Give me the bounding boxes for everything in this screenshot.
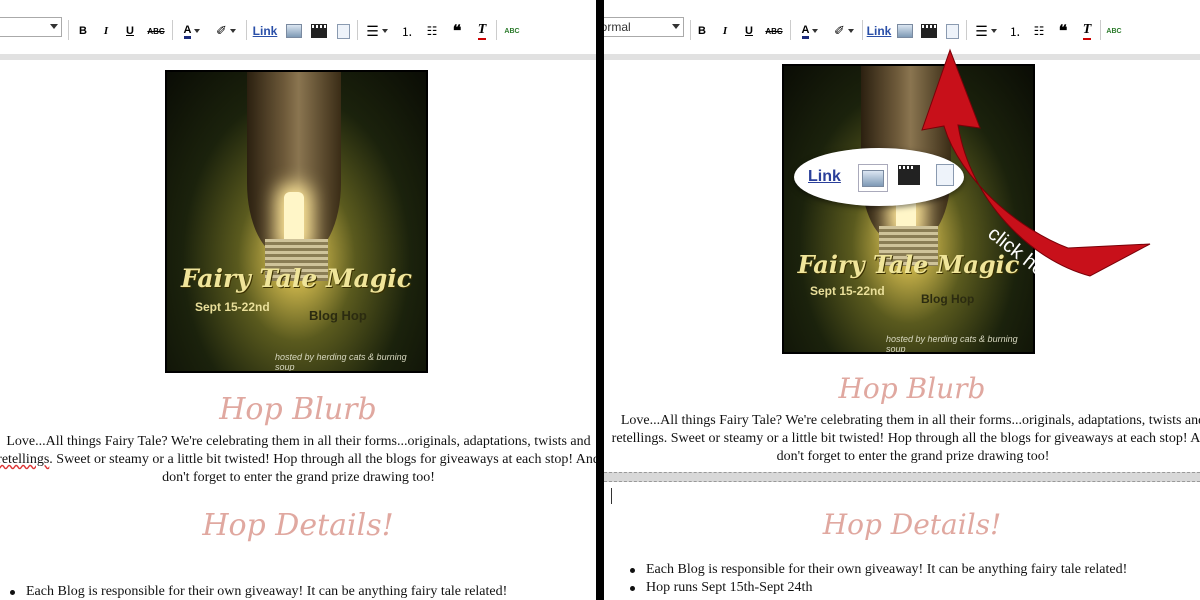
blog-hop-cover-image: Fairy Tale Magic Sept 15-22nd Blog Hop h… [165, 70, 428, 373]
insert-image-icon [286, 24, 302, 38]
underline-button[interactable]: U [123, 22, 137, 40]
quote-icon: ❝ [452, 23, 462, 40]
blurb-paragraph[interactable]: Love...All things Fairy Tale? We're cele… [610, 412, 1200, 466]
align-icon: ☰ [366, 22, 379, 39]
text-color-button[interactable]: A [178, 22, 206, 40]
bullet-list-button[interactable]: ☷ [423, 22, 441, 40]
blurb-paragraph[interactable]: Love...All things Fairy Tale? We're cele… [0, 433, 596, 487]
remove-formatting-button[interactable]: T [473, 22, 491, 40]
cover-hosted-by: hosted by herding cats & burning soup [275, 352, 407, 372]
align-button[interactable]: ☰ [363, 22, 391, 40]
font-size-select[interactable]: Normal [604, 17, 684, 37]
blurb-heading: Hop Blurb [838, 372, 986, 405]
highlight-icon: ✐ [216, 23, 227, 38]
left-editor-panel: B I U ABC A ✐ Link ☰ ⒈ ☷ ❝ T ABC Fairy T… [0, 0, 596, 600]
cover-subtitle: Blog Hop [921, 292, 975, 306]
text-color-button[interactable]: A [796, 22, 824, 40]
list-item: Each Blog is responsible for their own g… [626, 561, 1196, 579]
numbered-list-icon: ⒈ [400, 24, 413, 39]
insert-link-button[interactable]: Link [866, 22, 892, 40]
insert-video-button[interactable] [309, 22, 329, 40]
editor-toolbar: B I U ABC A ✐ Link ☰ ⒈ ☷ ❝ T ABC [0, 0, 596, 60]
italic-button[interactable]: I [718, 22, 732, 40]
underline-button[interactable]: U [742, 22, 756, 40]
insert-link-button[interactable]: Link [252, 22, 278, 40]
details-heading: Hop Details! [822, 508, 1002, 541]
insert-jump-break-icon [336, 23, 350, 39]
callout-link: Link [808, 168, 841, 185]
cover-dates: Sept 15-22nd [195, 300, 270, 314]
insert-jump-break-button[interactable] [334, 22, 352, 40]
insert-video-icon [311, 24, 327, 38]
callout-image-icon [858, 164, 888, 192]
blurb-heading: Hop Blurb [219, 392, 377, 427]
quote-button[interactable]: ❝ [448, 22, 466, 40]
list-item: Hop runs Sept 15th-Sept 24th [626, 579, 1196, 597]
bold-button[interactable]: B [76, 22, 90, 40]
strikethrough-button[interactable]: ABC [764, 22, 784, 40]
list-item: Each Blog is responsible for their own g… [6, 583, 586, 600]
cover-dates: Sept 15-22nd [810, 284, 885, 298]
jump-break-divider [604, 472, 1200, 482]
cover-title: Fairy Tale Magic [180, 264, 413, 293]
highlight-button[interactable]: ✐ [830, 22, 858, 40]
spellcheck-icon: ABC [504, 27, 520, 35]
arrow-body-shape [921, 48, 1151, 277]
cover-subtitle: Blog Hop [309, 308, 367, 323]
text-cursor [611, 488, 612, 504]
details-list: Each Blog is responsible for their own g… [626, 561, 1196, 597]
remove-formatting-icon: T [477, 22, 487, 40]
text-color-icon: A [183, 24, 192, 39]
insert-image-button[interactable] [284, 22, 304, 40]
highlight-button[interactable]: ✐ [212, 22, 240, 40]
strikethrough-button[interactable]: ABC [146, 22, 166, 40]
cover-hosted-by: hosted by herding cats & burning soup [886, 334, 1018, 354]
numbered-list-button[interactable]: ⒈ [398, 22, 416, 40]
text-color-icon: A [801, 24, 810, 39]
highlight-icon: ✐ [834, 23, 845, 38]
bullet-list-icon: ☷ [426, 24, 438, 38]
bold-button[interactable]: B [695, 22, 709, 40]
details-heading: Hop Details! [202, 508, 394, 543]
font-size-select[interactable] [0, 17, 62, 37]
spellcheck-button[interactable]: ABC [502, 22, 522, 40]
red-arrow-annotation [921, 48, 1151, 277]
details-list: Each Blog is responsible for their own g… [6, 583, 586, 600]
italic-button[interactable]: I [99, 22, 113, 40]
